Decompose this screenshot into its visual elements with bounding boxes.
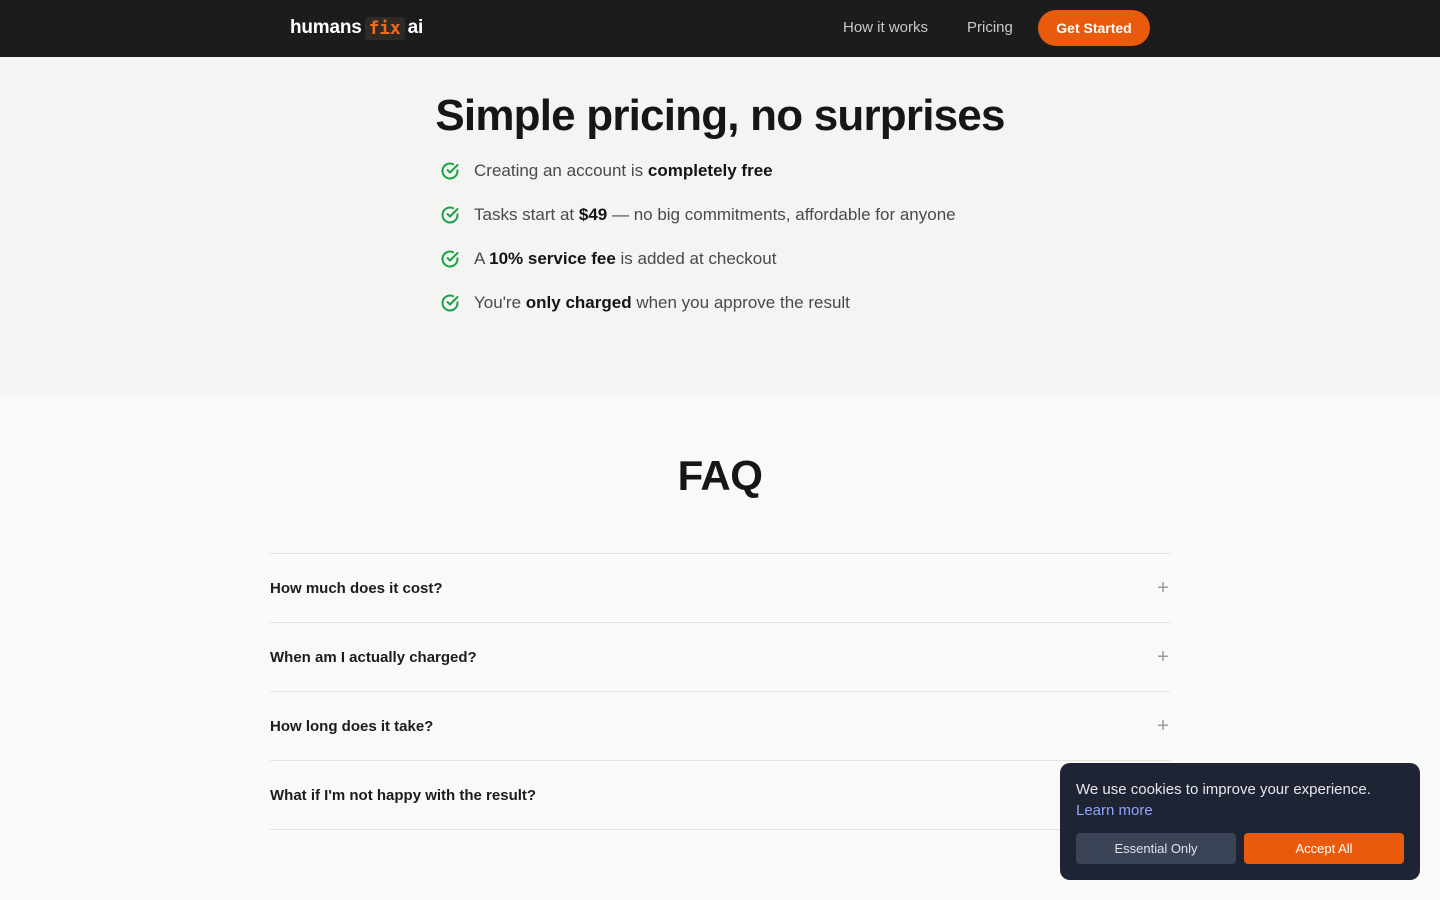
logo-part-fix: fix bbox=[364, 16, 405, 40]
pricing-bullet-text: Creating an account is completely free bbox=[474, 161, 773, 180]
check-circle-icon bbox=[441, 294, 459, 312]
nav-link-how-it-works[interactable]: How it works bbox=[843, 18, 928, 38]
nav-link-pricing[interactable]: Pricing bbox=[967, 18, 1013, 38]
faq-question: What if I'm not happy with the result? bbox=[270, 786, 537, 804]
faq-title: FAQ bbox=[677, 452, 763, 499]
get-started-button[interactable]: Get Started bbox=[1038, 10, 1150, 46]
pricing-title: Simple pricing, no surprises bbox=[435, 91, 1005, 140]
pricing-bullet: Tasks start at $49 — no big commitments,… bbox=[440, 203, 956, 227]
pricing-bullet: You're only charged when you approve the… bbox=[440, 291, 850, 315]
faq-item[interactable]: What if I'm not happy with the result? + bbox=[270, 761, 1170, 830]
faq-question: When am I actually charged? bbox=[270, 648, 477, 666]
logo-part-ai: ai bbox=[407, 17, 424, 38]
pricing-bullet: A 10% service fee is added at checkout bbox=[440, 247, 776, 271]
faq-item[interactable]: When am I actually charged? + bbox=[270, 623, 1170, 692]
top-navbar: humans fix ai How it works Pricing Get S… bbox=[0, 0, 1440, 57]
logo[interactable]: humans fix ai bbox=[290, 14, 423, 42]
pricing-bullet: Creating an account is completely free bbox=[440, 159, 773, 183]
faq-list: How much does it cost? + When am I actua… bbox=[270, 553, 1170, 830]
faq-question: How much does it cost? bbox=[270, 579, 443, 597]
plus-icon[interactable]: + bbox=[1156, 647, 1170, 667]
plus-icon[interactable]: + bbox=[1156, 716, 1170, 736]
plus-icon[interactable]: + bbox=[1156, 578, 1170, 598]
cookie-message: We use cookies to improve your experienc… bbox=[1076, 781, 1371, 798]
pricing-section: Simple pricing, no surprises Creating an… bbox=[0, 57, 1440, 395]
faq-question: How long does it take? bbox=[270, 717, 434, 735]
check-circle-icon bbox=[441, 162, 459, 180]
cookie-buttons: Essential Only Accept All bbox=[1076, 833, 1404, 864]
accept-all-button[interactable]: Accept All bbox=[1244, 833, 1404, 864]
essential-only-button[interactable]: Essential Only bbox=[1076, 833, 1236, 864]
pricing-bullet-text: Tasks start at $49 — no big commitments,… bbox=[474, 205, 956, 224]
learn-more-link[interactable]: Learn more bbox=[1076, 800, 1404, 821]
check-circle-icon bbox=[441, 206, 459, 224]
check-circle-icon bbox=[441, 250, 459, 268]
pricing-bullet-text: A 10% service fee is added at checkout bbox=[474, 249, 777, 268]
faq-item[interactable]: How long does it take? + bbox=[270, 692, 1170, 761]
pricing-bullet-text: You're only charged when you approve the… bbox=[474, 293, 850, 312]
logo-part-humans: humans bbox=[290, 17, 362, 38]
cookie-banner: We use cookies to improve your experienc… bbox=[1060, 763, 1420, 880]
faq-item[interactable]: How much does it cost? + bbox=[270, 554, 1170, 623]
